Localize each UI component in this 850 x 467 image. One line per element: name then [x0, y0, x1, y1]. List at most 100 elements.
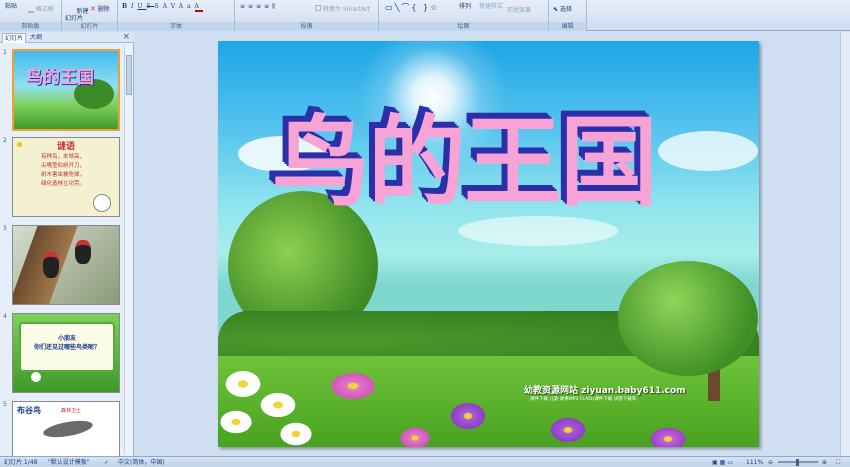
tab-outline[interactable]: 大纲: [28, 33, 44, 43]
justify-icon[interactable]: ≡: [264, 3, 272, 10]
theme-name: "默认设计模板": [48, 459, 90, 466]
tab-slides[interactable]: 幻灯片: [2, 33, 27, 43]
scrollbar-thumb[interactable]: [126, 55, 132, 95]
quick-styles-label: 快速样式: [479, 3, 504, 10]
thumbnail-caption: 森林卫士: [61, 408, 82, 414]
select-button[interactable]: ⬉ 选择: [553, 4, 572, 13]
change-case-icon[interactable]: Aa: [179, 3, 195, 10]
format-painter-button[interactable]: 格式刷: [28, 4, 54, 13]
watermark-subtitle: 课件下载 儿歌 故事MP3 FLASH课件下载 试卷下载等: [530, 397, 637, 402]
smartart-button[interactable]: 转换为 SmartArt: [315, 4, 370, 13]
strikethrough-icon[interactable]: S: [147, 3, 155, 10]
group-label-drawing: 绘图: [379, 22, 548, 31]
group-label-editing: 编辑: [549, 22, 586, 31]
font-color-icon[interactable]: A: [194, 3, 203, 12]
slideshow-icon[interactable]: ▭: [727, 459, 735, 466]
quick-styles-button[interactable]: 快速样式: [479, 1, 503, 10]
shapes-gallery[interactable]: ▭╲⌒{ }☆: [385, 2, 439, 13]
cartoon-icon: [31, 372, 41, 382]
close-pane-icon[interactable]: ×: [122, 32, 130, 43]
spellcheck-icon[interactable]: ✓: [104, 457, 109, 467]
group-clipboard: 粘贴 格式刷 剪贴板: [0, 0, 62, 31]
brush-icon: [28, 7, 34, 13]
thumbnail-number: 4: [3, 313, 7, 320]
thumbnail-slide-4[interactable]: 小朋友 你们还见过哪些鸟类呢？: [12, 313, 120, 393]
woodpecker-image: [43, 252, 59, 278]
thumbnail-slide-2[interactable]: 谜语 有种鸟，本领高， 尖嘴莹伯树开刀， 树木害虫被吃掉， 绿化造林立功劳。: [12, 137, 120, 217]
group-label-font: 字体: [118, 22, 234, 31]
bold-icon[interactable]: B: [122, 3, 131, 10]
smartart-label: 转换为 SmartArt: [322, 6, 370, 13]
star-shape-icon[interactable]: ☆: [430, 3, 439, 12]
pink-flower: [328, 371, 378, 401]
font-format-buttons[interactable]: BIUSSAVAaA: [122, 3, 203, 12]
view-buttons[interactable]: ▣▦▭: [712, 457, 735, 467]
arrange-button[interactable]: 排列: [459, 1, 471, 10]
slide-counter: 幻灯片 1/48: [4, 459, 38, 466]
select-label: 选择: [559, 6, 572, 13]
status-bar: 幻灯片 1/48 "默认设计模板" ✓ 中文(简体，中国) ▣▦▭ 111% ⊖…: [0, 456, 850, 467]
message-line: 你们还见过哪些鸟类呢？: [33, 344, 100, 351]
woodpecker-image: [75, 240, 91, 264]
group-font: BIUSSAVAaA 字体: [118, 0, 235, 31]
zoom-slider-thumb[interactable]: [796, 459, 799, 466]
purple-flower: [648, 426, 688, 447]
fit-window-icon[interactable]: ⛶: [836, 457, 840, 467]
slide-title[interactable]: 鸟的王国: [272, 103, 752, 223]
slide-thumbnail-pane[interactable]: 1 鸟的王国 2 谜语 有种鸟，本领高， 尖嘴莹伯树开刀， 树木害虫被吃掉， 绿…: [0, 43, 134, 456]
char-spacing-icon[interactable]: AV: [163, 3, 179, 10]
thumbnail-title: 鸟的王国: [26, 68, 94, 88]
cuckoo-bird-image: [42, 417, 94, 441]
thumbnail-number: 1: [3, 49, 7, 56]
align-center-icon[interactable]: ≡: [248, 3, 256, 10]
brace-shape-icon[interactable]: { }: [411, 3, 430, 12]
thumbnail-title: 谜语: [56, 142, 75, 152]
delete-slide-button[interactable]: ✕ 删除: [90, 4, 110, 13]
shadow-icon[interactable]: S: [155, 3, 163, 10]
thumbnail-slide-3[interactable]: [12, 225, 120, 305]
message-card: 小朋友 你们还见过哪些鸟类呢？: [19, 322, 115, 372]
purple-flower: [448, 401, 488, 431]
group-editing: ⬉ 选择 编辑: [549, 0, 587, 31]
thumbnail-title: 布谷鸟: [17, 406, 41, 415]
align-right-icon[interactable]: ≡: [256, 3, 264, 10]
slide-canvas[interactable]: 鸟的王国 幼教资源网站 ziyuan.baby611.com 课件下载 儿歌 故…: [218, 41, 759, 447]
editor-scrollbar[interactable]: [840, 32, 850, 456]
right-tree: [618, 261, 758, 376]
align-buttons[interactable]: ≡≡≡≡⫼: [240, 3, 278, 11]
delete-label: 删除: [97, 6, 110, 13]
columns-icon[interactable]: ⫼: [272, 3, 278, 10]
underline-icon[interactable]: U: [137, 3, 146, 10]
group-paragraph: ≡≡≡≡⫼ 转换为 SmartArt 段落: [235, 0, 379, 31]
group-label-clipboard: 剪贴板: [0, 22, 61, 31]
delete-icon: ✕: [90, 5, 96, 13]
language-status[interactable]: 中文(简体，中国): [118, 457, 165, 467]
group-label-paragraph: 段落: [235, 22, 378, 31]
shape-effects-button[interactable]: 形状效果: [507, 5, 531, 14]
zoom-out-icon[interactable]: ⊖: [768, 457, 773, 467]
smartart-icon: [315, 5, 321, 11]
thumbnail-slide-1[interactable]: 鸟的王国: [12, 49, 120, 131]
rectangle-shape-icon[interactable]: ▭: [385, 3, 395, 12]
normal-view-icon[interactable]: ▣: [712, 459, 720, 466]
riddle-line: 有种鸟，本领高，: [41, 154, 86, 160]
message-text: 小朋友 你们还见过哪些鸟类呢？: [21, 334, 113, 352]
thumbnail-scrollbar[interactable]: [124, 45, 132, 453]
ribbon: 粘贴 格式刷 剪贴板 新建 幻灯片 ✕ 删除 幻灯片 BIUSSAVAaA 字体…: [0, 0, 850, 31]
riddle-line: 树木害虫被吃掉，: [41, 172, 86, 178]
slide-editor: 鸟的王国 幼教资源网站 ziyuan.baby611.com 课件下载 儿歌 故…: [136, 32, 850, 456]
paste-label: 粘贴: [5, 3, 18, 10]
riddle-text: 有种鸟，本领高， 尖嘴莹伯树开刀， 树木害虫被吃掉， 绿化造林立功劳。: [41, 153, 85, 189]
watermark-site: 幼教资源网站 ziyuan.baby611.com: [524, 386, 686, 396]
arc-shape-icon[interactable]: ⌒: [401, 3, 411, 12]
zoom-in-icon[interactable]: ⊕: [822, 457, 827, 467]
group-slides: 新建 幻灯片 ✕ 删除 幻灯片: [62, 0, 118, 31]
zoom-level[interactable]: 111%: [746, 457, 763, 467]
riddle-line: 尖嘴莹伯树开刀，: [41, 163, 86, 169]
align-left-icon[interactable]: ≡: [240, 3, 248, 10]
cursor-icon: ⬉: [553, 6, 559, 13]
paste-button[interactable]: 粘贴: [5, 1, 17, 10]
format-painter-label: 格式刷: [35, 6, 54, 13]
arrange-label: 排列: [459, 3, 472, 10]
thumbnail-slide-5[interactable]: 布谷鸟 森林卫士: [12, 401, 120, 456]
